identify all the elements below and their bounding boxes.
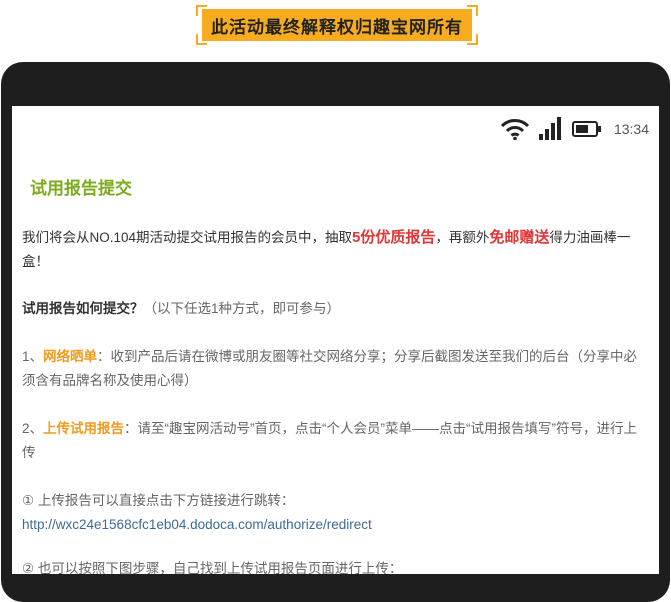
howto-label: 试用报告如何提交？ xyxy=(22,301,144,316)
howto-note: （以下任选1种方式，即可参与） xyxy=(143,301,341,316)
method-number: 2、 xyxy=(22,421,44,436)
method-number: 1、 xyxy=(22,349,44,364)
step-1-text: ① 上传报告可以直接点击下方链接进行跳转： xyxy=(22,493,295,508)
method-1: 1、网络晒单：收到产品后请在微博或朋友圈等社交网络分享；分享后截图发送至我们的后… xyxy=(22,345,650,393)
howto-paragraph: 试用报告如何提交？（以下任选1种方式，即可参与） xyxy=(22,297,650,321)
intro-text: ，再额外 xyxy=(435,230,490,245)
step-2-text: ② 也可以按照下图步骤，自己找到上传试用报告页面进行上传： xyxy=(22,561,403,574)
highlight-reports: 5份优质报告 xyxy=(352,229,436,246)
method-label: 上传试用报告 xyxy=(43,421,125,436)
method-text: ：收到产品后请在微博或朋友圈等社交网络分享；分享后截图发送至我们的后台（分享中必… xyxy=(22,349,638,388)
status-time: 13:34 xyxy=(613,121,649,137)
phone-screen: 13:34 试用报告提交 我们将会从NO.104期活动提交试用报告的会员中，抽取… xyxy=(12,106,659,574)
battery-icon xyxy=(571,121,601,137)
highlight-free-shipping: 免邮赠送 xyxy=(489,229,550,246)
method-2: 2、上传试用报告：请至“趣宝网活动号”首页，点击“个人会员”菜单——点击“试用报… xyxy=(22,417,650,465)
banner: 此活动最终解释权归趣宝网所有 xyxy=(196,5,478,45)
section-title: 试用报告提交 xyxy=(30,179,132,198)
redirect-link[interactable]: http://wxc24e1568cfc1eb04.dodoca.com/aut… xyxy=(22,513,650,537)
wifi-icon xyxy=(500,119,530,140)
intro-paragraph: 我们将会从NO.104期活动提交试用报告的会员中，抽取5份优质报告，再额外免邮赠… xyxy=(22,226,650,274)
banner-text: 此活动最终解释权归趣宝网所有 xyxy=(202,9,472,41)
report-content: 试用报告提交 我们将会从NO.104期活动提交试用报告的会员中，抽取5份优质报告… xyxy=(22,174,650,574)
method-label: 网络晒单 xyxy=(43,349,98,364)
intro-text: 我们将会从NO.104期活动提交试用报告的会员中，抽取 xyxy=(22,230,353,245)
status-bar: 13:34 xyxy=(500,116,649,142)
signal-icon xyxy=(538,117,561,140)
